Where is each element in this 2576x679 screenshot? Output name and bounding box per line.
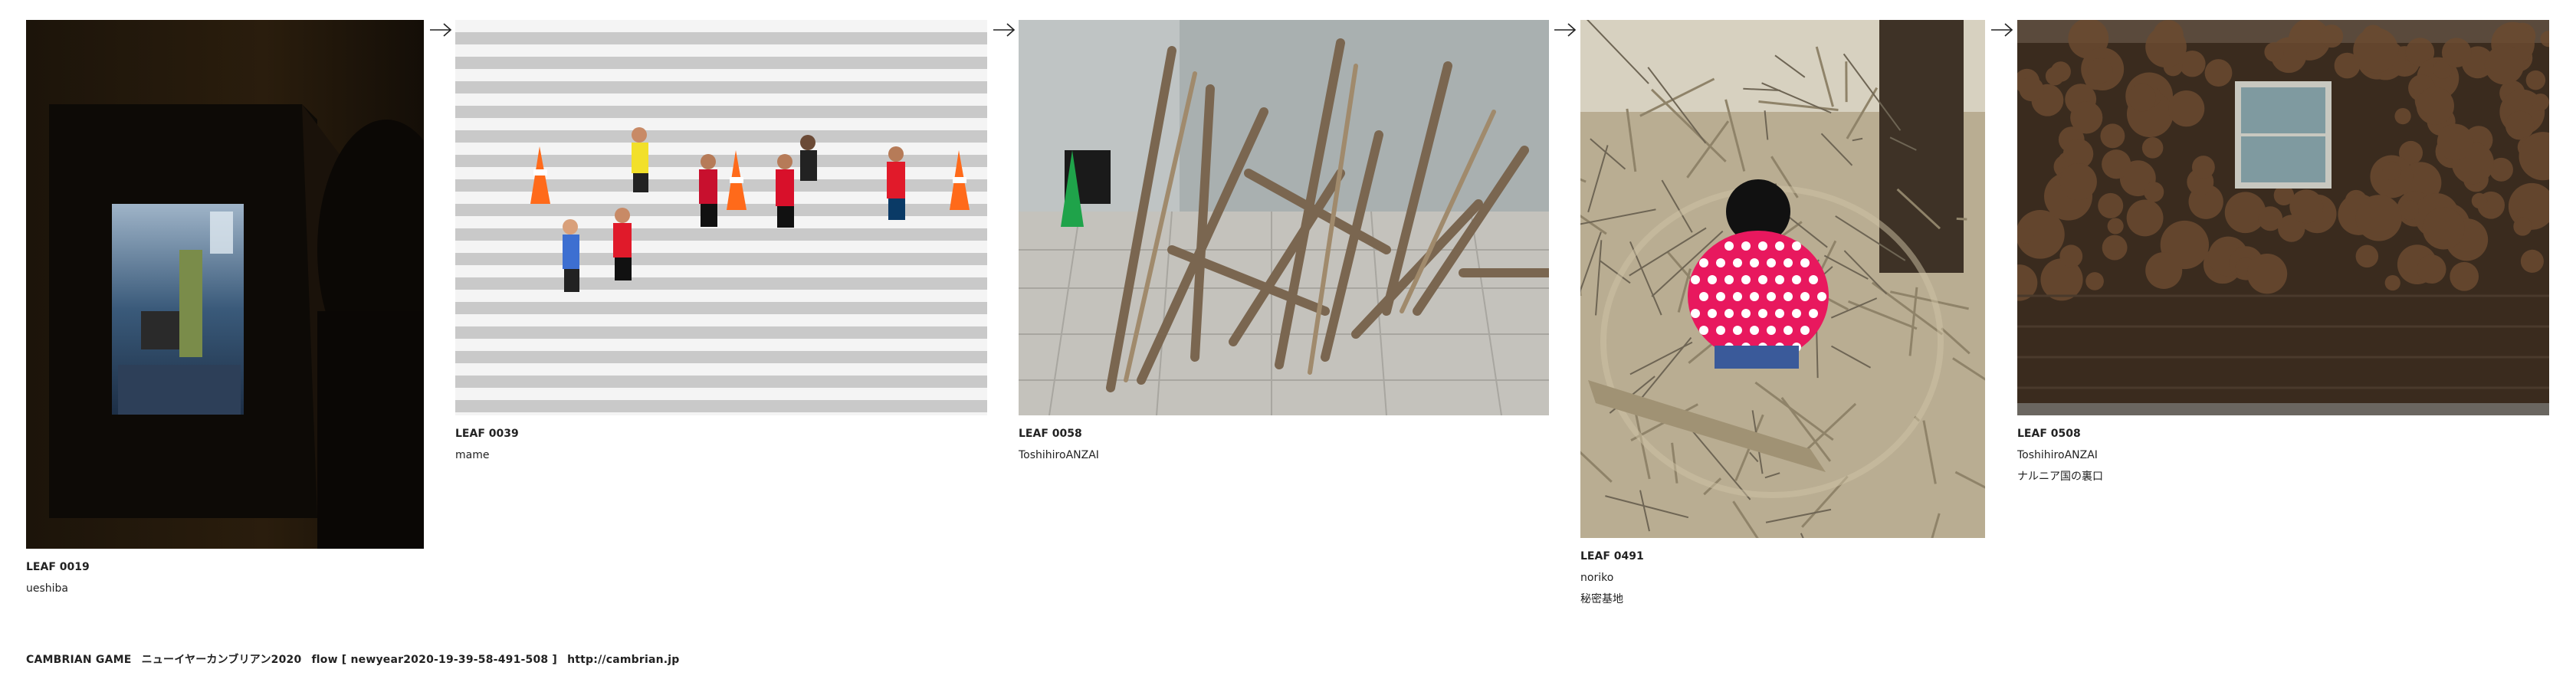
leaf-card-0491[interactable]: LEAF 0491 noriko 秘密基地: [1580, 20, 1985, 610]
leaf-photo-0039[interactable]: [455, 20, 987, 415]
right-arrow-icon: [430, 23, 452, 37]
leaf-author[interactable]: ueshiba: [26, 578, 424, 599]
leaf-title: 秘密基地: [1580, 593, 1623, 605]
leaf-number: LEAF 0508: [2017, 428, 2081, 440]
child-in-grass-nest-photo: [1580, 20, 1985, 538]
leaf-card-0039[interactable]: LEAF 0039 mame: [455, 20, 987, 466]
leaf-card-0508[interactable]: LEAF 0508 ToshihiroANZAI ナルニア国の裏口: [2017, 20, 2549, 487]
leaf-number: LEAF 0039: [455, 428, 519, 440]
vine-covered-wall-photo: [2017, 20, 2549, 415]
flow-label: flow [ newyear2020-19-39-58-491-508 ]: [311, 654, 558, 666]
dark-room-artwork-photo: [26, 20, 424, 549]
leaf-author[interactable]: ToshihiroANZAI: [2017, 444, 2549, 466]
flow-footer: CAMBRIAN GAME ニューイヤーカンブリアン2020 flow [ ne…: [26, 651, 680, 667]
right-arrow-icon: [1991, 23, 2013, 37]
leaf-number: LEAF 0058: [1019, 428, 1082, 440]
game-label: CAMBRIAN GAME: [26, 654, 132, 666]
leaf-card-0019[interactable]: LEAF 0019 ueshiba: [26, 20, 424, 599]
leaf-flow-page: LEAF 0019 ueshiba LEAF 0039 mame LEAF 00…: [0, 0, 2576, 679]
game-title: ニューイヤーカンブリアン2020: [141, 654, 302, 666]
leaf-photo-0491[interactable]: [1580, 20, 1985, 538]
leaf-photo-0058[interactable]: [1019, 20, 1549, 415]
leaf-number: LEAF 0019: [26, 561, 90, 573]
leaf-title: ナルニア国の裏口: [2017, 471, 2103, 483]
site-link[interactable]: http://cambrian.jp: [567, 654, 679, 666]
right-arrow-icon: [993, 23, 1016, 37]
leaf-caption-0019: LEAF 0019 ueshiba: [26, 556, 424, 599]
leaf-author[interactable]: ToshihiroANZAI: [1019, 444, 1549, 466]
leaf-number: LEAF 0491: [1580, 550, 1644, 563]
right-arrow-icon: [1554, 23, 1577, 37]
leaf-card-0058[interactable]: LEAF 0058 ToshihiroANZAI: [1019, 20, 1549, 466]
leaf-author[interactable]: mame: [455, 444, 987, 466]
leaf-caption-0058: LEAF 0058 ToshihiroANZAI: [1019, 423, 1549, 466]
marathon-runners-crosswalk-photo: [455, 20, 987, 415]
leaf-caption-0039: LEAF 0039 mame: [455, 423, 987, 466]
leaf-caption-0508: LEAF 0508 ToshihiroANZAI ナルニア国の裏口: [2017, 423, 2549, 487]
driftwood-sculpture-photo: [1019, 20, 1549, 415]
leaf-photo-0019[interactable]: [26, 20, 424, 549]
leaf-photo-0508[interactable]: [2017, 20, 2549, 415]
leaf-author[interactable]: noriko: [1580, 567, 1985, 589]
leaf-caption-0491: LEAF 0491 noriko 秘密基地: [1580, 546, 1985, 610]
